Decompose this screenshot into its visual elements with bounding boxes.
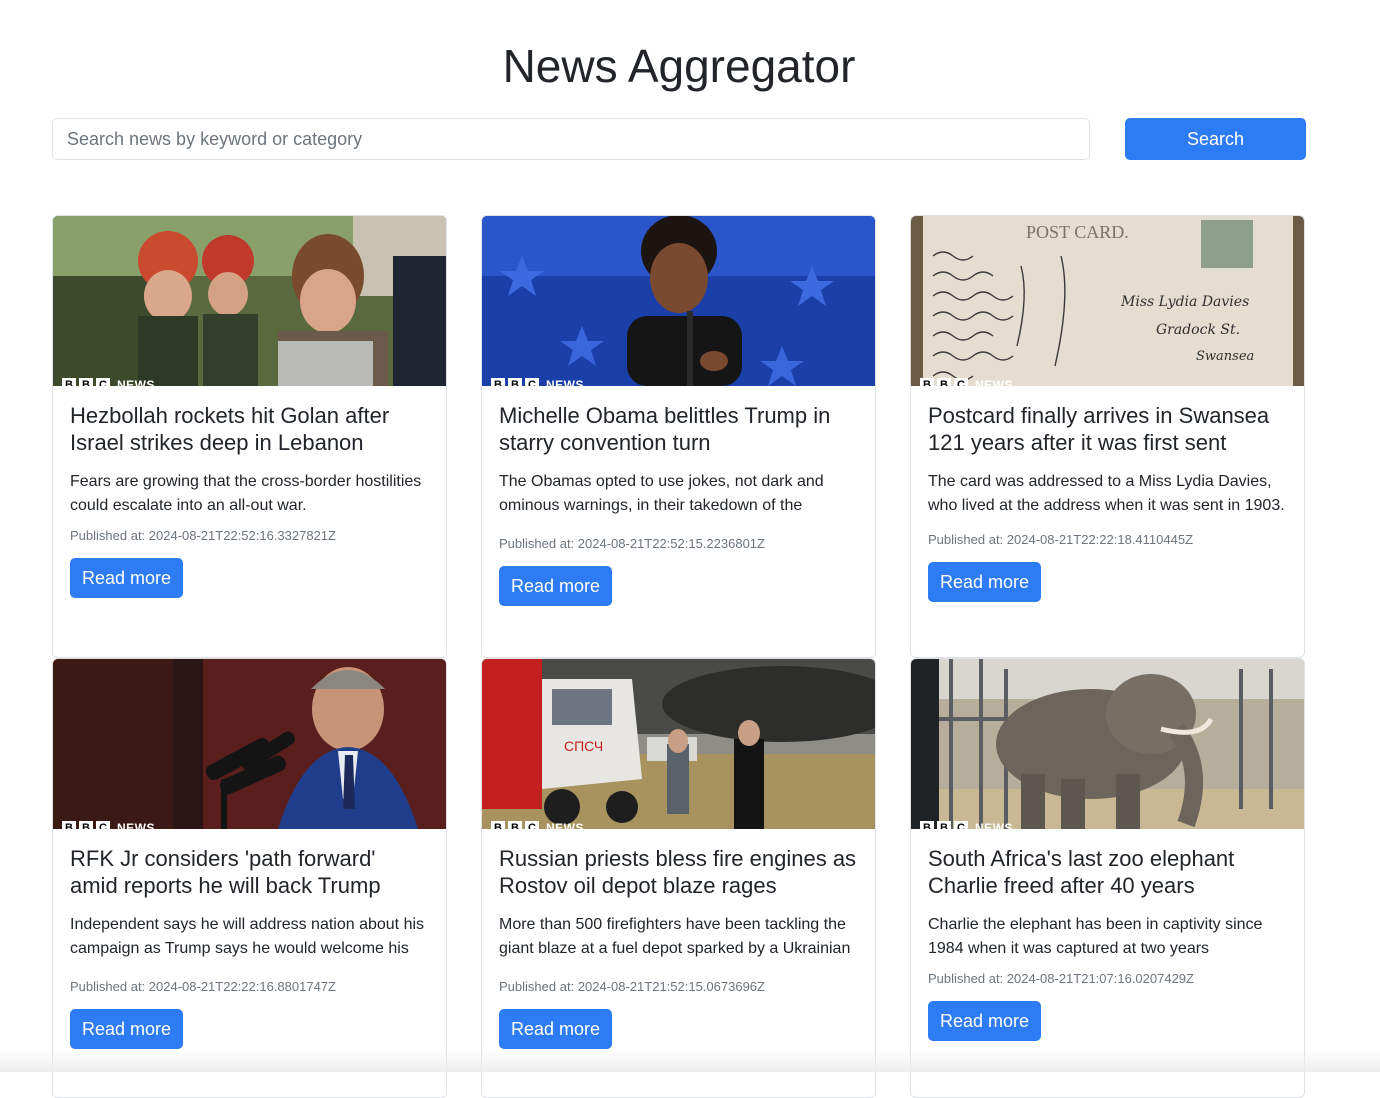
read-more-button[interactable]: Read more <box>499 1009 613 1049</box>
published-date: Published at: 2024-08-21T21:52:15.067369… <box>499 979 765 994</box>
bbc-news-logo: B B C NEWS <box>62 378 155 386</box>
card-description: The Obamas opted to use jokes, not dark … <box>499 473 824 522</box>
card-title: South Africa's last zoo elephant Charlie… <box>928 846 1235 898</box>
fire-engine-photo: СПСЧ B B C NEWS <box>482 659 875 829</box>
search-input[interactable] <box>52 118 1090 160</box>
card-title: Russian priests bless fire engines as Ro… <box>499 846 857 898</box>
svg-text:Miss Lydia Davies: Miss Lydia Davies <box>1120 294 1249 310</box>
card-title: Hezbollah rockets hit Golan after Israel… <box>70 403 390 455</box>
svg-text:Gradock St.: Gradock St. <box>1156 322 1240 338</box>
published-date: Published at: 2024-08-21T22:22:18.411044… <box>928 532 1194 547</box>
published-date: Published at: 2024-08-21T22:52:15.223680… <box>499 536 765 551</box>
news-card: POST CARD. Miss Lydia Davies Gradock St.… <box>910 215 1305 658</box>
card-description: Charlie the elephant has been in captivi… <box>928 916 1263 957</box>
card-description: The card was addressed to a Miss Lydia D… <box>928 473 1285 514</box>
card-title: Postcard finally arrives in Swansea 121 … <box>928 403 1270 455</box>
bbc-news-logo: B B C NEWS <box>920 821 1013 829</box>
bbc-news-logo: B B C NEWS <box>491 821 584 829</box>
news-card: B B C NEWS Hezbollah rockets hit Golan afte… <box>52 215 447 658</box>
news-card: B B C NEWS RFK Jr considers 'path forward' … <box>52 658 447 1098</box>
card-title: RFK Jr considers 'path forward' amid rep… <box>70 846 381 898</box>
read-more-button[interactable]: Read more <box>70 558 184 598</box>
rescue-workers-photo: B B C NEWS <box>53 216 446 386</box>
published-date: Published at: 2024-08-21T22:52:16.332782… <box>70 528 336 543</box>
svg-text:Swansea: Swansea <box>1196 349 1254 364</box>
read-more-button[interactable]: Read more <box>928 562 1042 602</box>
news-card: СПСЧ B B C NEWS Russian priests bless fire … <box>481 658 876 1098</box>
published-date: Published at: 2024-08-21T21:07:16.020742… <box>928 971 1194 986</box>
card-title: Michelle Obama belittles Trump in starry… <box>499 403 831 455</box>
page-title: News Aggregator <box>502 40 856 92</box>
news-card: B B C NEWS Michelle Obama belittles Trump i… <box>481 215 876 658</box>
card-description: More than 500 firefighters have been tac… <box>499 916 851 965</box>
read-more-button[interactable]: Read more <box>499 566 613 606</box>
bbc-news-logo: B B C NEWS <box>62 821 155 829</box>
podium-speaker-photo: B B C NEWS <box>53 659 446 829</box>
svg-text:СПСЧ: СПСЧ <box>564 738 603 754</box>
card-description: Fears are growing that the cross-border … <box>70 473 422 514</box>
read-more-button[interactable]: Read more <box>70 1009 184 1049</box>
postcard-photo: POST CARD. Miss Lydia Davies Gradock St.… <box>911 216 1304 386</box>
published-date: Published at: 2024-08-21T22:22:16.880174… <box>70 979 336 994</box>
svg-text:POST CARD.: POST CARD. <box>1026 222 1129 242</box>
bbc-news-logo: B B C NEWS <box>920 378 1013 386</box>
card-description: Independent says he will address nation … <box>70 916 425 965</box>
speaker-photo: B B C NEWS <box>482 216 875 386</box>
search-button[interactable]: Search <box>1125 118 1306 160</box>
news-card: B B C NEWS South Africa's last zoo elephant… <box>910 658 1305 1098</box>
bbc-news-logo: B B C NEWS <box>491 378 584 386</box>
elephant-photo: B B C NEWS <box>911 659 1304 829</box>
read-more-button[interactable]: Read more <box>928 1001 1042 1041</box>
